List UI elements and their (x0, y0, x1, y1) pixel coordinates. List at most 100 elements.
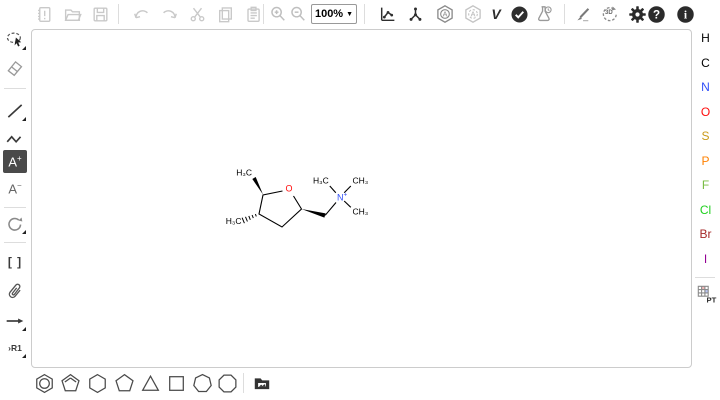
chemical-editor-window: 100% ▼ (0, 0, 720, 400)
dropdown-corner-icon (22, 327, 26, 331)
3d-viewer-label: 3D (605, 10, 613, 16)
template-cyclopropane-button[interactable] (137, 370, 163, 396)
svg-text:PT: PT (707, 295, 717, 304)
calculated-values-button[interactable] (533, 3, 555, 25)
cut-button[interactable] (186, 3, 208, 25)
calculate-cip-button[interactable]: V (487, 3, 505, 25)
template-library-button[interactable] (250, 371, 274, 395)
new-document-button[interactable] (33, 3, 55, 25)
recognize-molecule-button[interactable] (571, 3, 593, 25)
atom-labels: O H₃C H₃C H₃C CH₃ CH₃ N+ (226, 168, 369, 227)
dearomatize-icon: A (463, 4, 483, 24)
dearomatize-button[interactable]: A (462, 3, 484, 25)
cip-icon: V (491, 6, 500, 22)
toolbar-separator (243, 373, 244, 393)
erase-button[interactable] (3, 56, 27, 79)
molecule-structure[interactable]: O H₃C H₃C H₃C CH₃ CH₃ N+ (219, 160, 385, 236)
toolbar-separator (564, 4, 565, 24)
template-cycloheptane-button[interactable] (189, 370, 215, 396)
rotate-button[interactable] (3, 212, 27, 235)
check-structure-button[interactable] (508, 3, 530, 25)
atom-button-S[interactable]: S (695, 126, 716, 146)
charge-minus-button[interactable]: A− (3, 177, 27, 200)
atom-button-Cl[interactable]: Cl (695, 200, 716, 220)
template-library-icon (252, 373, 272, 393)
copy-button[interactable] (214, 3, 236, 25)
toolbar-separator (4, 88, 26, 89)
clean-up-button[interactable] (404, 3, 426, 25)
charge-plus-button[interactable]: A+ (3, 150, 27, 173)
template-cyclopentane-button[interactable] (111, 370, 137, 396)
toolbar-separator (695, 277, 715, 278)
help-button[interactable]: ? (645, 3, 667, 25)
atom-toolbar: H C N O S P F Cl Br I PT (691, 29, 720, 368)
sgroup-button[interactable]: [ ] (3, 250, 27, 273)
atom-button-I[interactable]: I (695, 249, 716, 269)
about-button[interactable]: i (674, 3, 696, 25)
paste-button[interactable] (242, 3, 264, 25)
zoom-out-button[interactable] (287, 3, 309, 25)
cut-scissors-icon (188, 5, 207, 24)
template-cyclohexane-button[interactable] (84, 370, 110, 396)
rgroup-button[interactable]: ›R1 (3, 336, 27, 359)
periodic-table-button[interactable]: PT (695, 283, 717, 305)
atom-button-Br[interactable]: Br (695, 224, 716, 244)
recognize-pen-icon (573, 5, 592, 24)
atom-button-P[interactable]: P (695, 151, 716, 171)
3d-viewer-button[interactable]: 3D (599, 3, 621, 25)
cyclopentadiene-icon (59, 372, 82, 395)
lasso-selection-button[interactable] (3, 28, 27, 51)
open-button[interactable] (61, 3, 83, 25)
help-icon: ? (647, 5, 666, 24)
cyclopentane-icon (113, 372, 136, 395)
zoom-level-dropdown[interactable]: 100% ▼ (311, 4, 357, 24)
open-folder-icon (63, 5, 82, 24)
svg-text:?: ? (652, 8, 659, 21)
atom-button-N[interactable]: N (695, 77, 716, 97)
chain-button[interactable] (3, 127, 27, 150)
methyl-label: H₃C (313, 176, 329, 186)
template-benzene-button[interactable] (31, 370, 57, 396)
methyl-label: H₃C (226, 216, 242, 226)
toolbar-separator (364, 4, 365, 24)
aromatize-button[interactable]: A (434, 3, 456, 25)
rgroup-icon: ›R1 (8, 343, 22, 353)
toolbar-separator (263, 4, 264, 24)
cyclohexane-icon (86, 372, 109, 395)
reaction-arrow-button[interactable] (3, 309, 27, 332)
charge-minus-icon: A− (8, 182, 21, 195)
aromatize-icon: A (435, 4, 455, 24)
left-toolbar: A+ A− [ ] › (0, 29, 30, 368)
paste-clipboard-icon (244, 5, 263, 24)
atom-button-O[interactable]: O (695, 102, 716, 122)
atom-button-H[interactable]: H (695, 28, 716, 48)
sgroup-brackets-icon: [ ] (8, 255, 22, 269)
single-bond-button[interactable] (3, 99, 27, 122)
drawing-canvas[interactable]: O H₃C H₃C H₃C CH₃ CH₃ N+ (31, 29, 692, 368)
dropdown-corner-icon (22, 117, 26, 121)
undo-button[interactable] (130, 3, 152, 25)
settings-gear-icon (628, 5, 647, 24)
atom-button-F[interactable]: F (695, 175, 716, 195)
dropdown-caret-icon: ▼ (346, 11, 353, 18)
template-cyclooctane-button[interactable] (214, 370, 240, 396)
layout-icon (378, 5, 397, 24)
redo-button[interactable] (158, 3, 180, 25)
periodic-table-icon: PT (695, 283, 717, 305)
layout-button[interactable] (376, 3, 398, 25)
cyclopropane-icon (139, 372, 162, 395)
new-document-icon (35, 5, 54, 24)
oxygen-label: O (285, 184, 292, 194)
eraser-icon (5, 58, 25, 78)
template-cyclopentadiene-button[interactable] (57, 370, 83, 396)
atom-button-C[interactable]: C (695, 53, 716, 73)
attach-data-button[interactable] (3, 279, 27, 302)
save-button[interactable] (89, 3, 111, 25)
template-toolbar (0, 367, 720, 400)
about-info-icon: i (676, 5, 695, 24)
cycloheptane-icon (191, 372, 214, 395)
zoom-in-button[interactable] (267, 3, 289, 25)
template-cyclobutane-button[interactable] (163, 370, 189, 396)
hash-wedge-bond (242, 214, 256, 223)
toolbar-separator (4, 207, 26, 208)
